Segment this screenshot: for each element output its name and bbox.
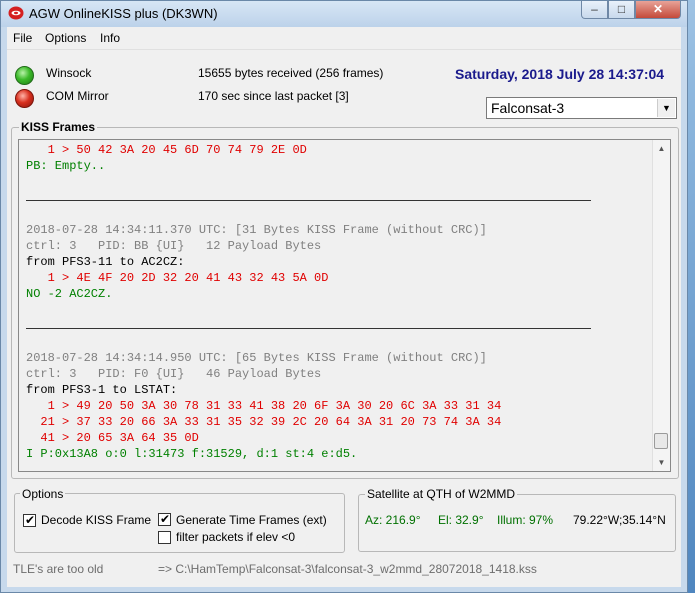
winsock-status-led <box>15 66 34 85</box>
log-line: I P:0x13A8 o:0 l:31473 f:31529, d:1 st:4… <box>26 447 358 461</box>
decode-kiss-label[interactable]: Decode KISS Frame <box>41 513 151 527</box>
kiss-frames-text: 1 > 50 42 3A 20 45 6D 70 74 79 2E 0D PB: … <box>26 142 651 471</box>
minimize-icon: – <box>591 2 598 16</box>
log-line: 1 > 50 42 3A 20 45 6D 70 74 79 2E 0D <box>26 143 307 157</box>
menu-options[interactable]: Options <box>45 31 86 45</box>
com-mirror-label: COM Mirror <box>46 89 109 103</box>
generate-time-label[interactable]: Generate Time Frames (ext) <box>176 513 327 527</box>
close-button[interactable]: ✕ <box>635 1 681 19</box>
decode-kiss-checkbox[interactable]: ✔ <box>23 513 36 527</box>
minimize-button[interactable]: – <box>581 1 608 19</box>
log-separator <box>26 318 651 334</box>
log-line: 2018-07-28 14:34:14.950 UTC: [65 Bytes K… <box>26 351 487 365</box>
kiss-frames-log[interactable]: 1 > 50 42 3A 20 45 6D 70 74 79 2E 0D PB: … <box>18 139 671 472</box>
com-mirror-status-led <box>15 89 34 108</box>
filter-packets-checkbox[interactable] <box>158 531 171 544</box>
menu-info[interactable]: Info <box>100 31 120 45</box>
window-controls: – □ ✕ <box>581 1 681 21</box>
coordinates-value: 79.22°W;35.14°N <box>573 513 666 527</box>
app-window: AGW OnlineKISS plus (DK3WN) – □ ✕ File O… <box>0 0 688 593</box>
window-title: AGW OnlineKISS plus (DK3WN) <box>29 6 218 21</box>
com-mirror-info: 170 sec since last packet [3] <box>198 89 349 103</box>
generate-time-checkbox[interactable]: ✔ <box>158 512 171 526</box>
checkmark-icon: ✔ <box>159 512 171 526</box>
close-icon: ✕ <box>652 2 664 16</box>
filter-packets-label[interactable]: filter packets if elev <0 <box>176 530 295 544</box>
tle-status: TLE's are too old <box>13 562 104 576</box>
log-scrollbar[interactable]: ▲ ▼ <box>652 140 670 471</box>
scroll-up-icon[interactable]: ▲ <box>653 140 670 157</box>
illumination-value: Illum: 97% <box>497 513 554 527</box>
app-logo-icon <box>8 6 24 20</box>
winsock-label: Winsock <box>46 66 92 80</box>
log-line: 1 > 49 20 50 3A 30 78 31 33 41 38 20 6F … <box>26 399 502 413</box>
client-area: File Options Info Winsock 15655 bytes re… <box>7 27 681 587</box>
options-title: Options <box>20 487 66 501</box>
satellite-select[interactable]: Falconsat-3 ▼ <box>486 97 677 119</box>
log-line: from PFS3-11 to AC2CZ: <box>26 255 185 269</box>
log-file-path: => C:\HamTemp\Falconsat-3\falconsat-3_w2… <box>158 562 537 576</box>
log-line: PB: Empty.. <box>26 159 106 173</box>
maximize-icon: □ <box>617 2 626 16</box>
checkmark-icon: ✔ <box>24 513 36 527</box>
log-line: 1 > 4E 4F 20 2D 32 20 41 43 32 43 5A 0D <box>26 271 329 285</box>
log-line: ctrl: 3 PID: F0 {UI} 46 Payload Bytes <box>26 367 322 381</box>
scrollbar-thumb[interactable] <box>654 433 668 449</box>
winsock-info: 15655 bytes received (256 frames) <box>198 66 384 80</box>
log-line: 21 > 37 33 20 66 3A 33 31 35 32 39 2C 20… <box>26 415 502 429</box>
chevron-down-icon[interactable]: ▼ <box>657 99 675 117</box>
maximize-button[interactable]: □ <box>608 1 635 19</box>
kiss-frames-title: KISS Frames <box>19 120 98 134</box>
elevation-value: El: 32.9° <box>438 513 484 527</box>
menu-file[interactable]: File <box>13 31 32 45</box>
log-line: 2018-07-28 14:34:11.370 UTC: [31 Bytes K… <box>26 223 487 237</box>
menu-bar: File Options Info <box>7 27 681 50</box>
current-datetime: Saturday, 2018 July 28 14:37:04 <box>455 66 665 82</box>
title-bar[interactable]: AGW OnlineKISS plus (DK3WN) – □ ✕ <box>1 1 687 27</box>
satellite-title: Satellite at QTH of W2MMD <box>365 487 518 501</box>
log-line: ctrl: 3 PID: BB {UI} 12 Payload Bytes <box>26 239 322 253</box>
satellite-select-value: Falconsat-3 <box>491 100 565 116</box>
log-line: NO -2 AC2CZ. <box>26 287 113 301</box>
log-separator <box>26 190 651 206</box>
log-line: from PFS3-1 to LSTAT: <box>26 383 178 397</box>
azimuth-value: Az: 216.9° <box>365 513 421 527</box>
scroll-down-icon[interactable]: ▼ <box>653 454 670 471</box>
log-line: 41 > 20 65 3A 64 35 0D <box>26 431 199 445</box>
